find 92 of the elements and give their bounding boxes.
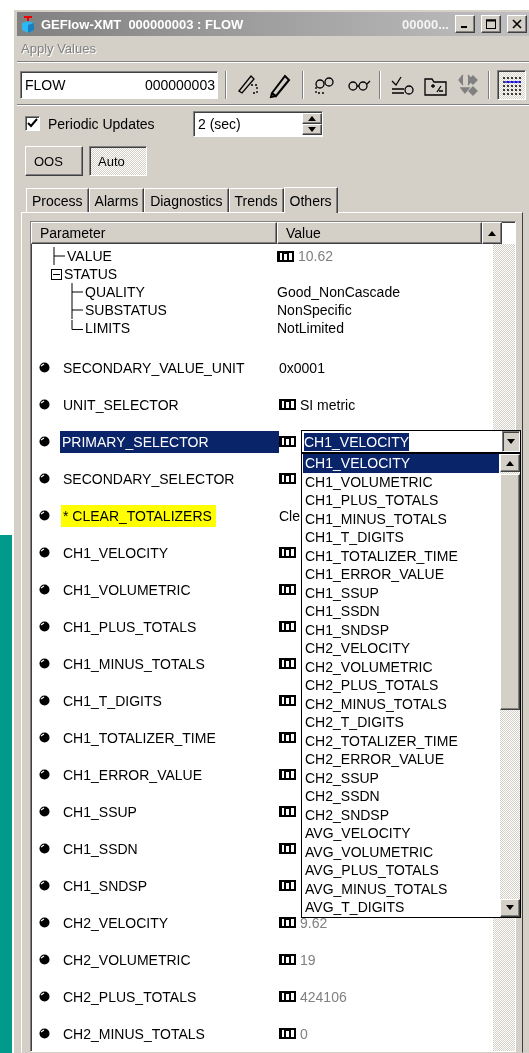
bullet-icon: [39, 954, 50, 965]
parameter-name[interactable]: SECONDARY_SELECTOR: [61, 467, 239, 490]
parameter-name[interactable]: CH1_PLUS_TOTALS: [61, 615, 201, 638]
bullet-icon: [39, 769, 50, 780]
value-text: SI metric: [300, 396, 356, 413]
parameter-name[interactable]: UNIT_SELECTOR: [61, 393, 183, 416]
value-text: 424106: [300, 988, 347, 1005]
parameter-name[interactable]: PRIMARY_SELECTOR: [60, 430, 279, 453]
tag-id: 000000003: [144, 76, 215, 93]
spin-up-icon: [308, 115, 316, 121]
parameter-name[interactable]: CH1_ERROR_VALUE: [61, 763, 206, 786]
scroll-down-icon: [506, 905, 514, 910]
parameter-name[interactable]: CH2_VOLUMETRIC: [61, 948, 195, 971]
scroll-up-icon: [506, 460, 514, 466]
caret-icon: [507, 439, 515, 444]
bullet-icon: [39, 547, 50, 558]
bullet-icon: [39, 991, 50, 1002]
value-text: Good_NonCascade: [277, 284, 400, 300]
tab[interactable]: Diagnostics: [144, 188, 229, 212]
periodic-checkbox[interactable]: [25, 116, 40, 131]
value-text: 0x0001: [279, 359, 325, 376]
collapse-icon[interactable]: [51, 268, 62, 280]
parameter-name[interactable]: CH1_SSUP: [61, 800, 141, 823]
bullet-icon: [39, 510, 50, 521]
parameter-name[interactable]: SECONDARY_VALUE_UNIT: [61, 356, 249, 379]
parameter-name[interactable]: CH1_MINUS_TOTALS: [61, 652, 209, 675]
bullet-icon: [39, 806, 50, 817]
checkbox-label: Periodic Updates: [48, 115, 156, 132]
bullet-icon: [39, 695, 50, 706]
dropdown-option[interactable]: CH1_VELOCITY: [303, 454, 499, 473]
parameter-name[interactable]: CH1_VELOCITY: [61, 541, 173, 564]
value-text: 9.62: [300, 914, 328, 931]
tree-line: [69, 283, 83, 301]
parameter-name[interactable]: CH1_T_DIGITS: [61, 689, 166, 712]
parameter-name[interactable]: CH2_PLUS_TOTALS: [61, 985, 201, 1008]
interval-spinner[interactable]: 2 (sec): [193, 110, 323, 137]
value-text: Cle: [279, 507, 300, 524]
scroll-up-icon: [488, 230, 496, 236]
tree-label: LIMITS: [85, 320, 131, 336]
minimize-button[interactable]: [455, 15, 475, 33]
parameter-name[interactable]: CH1_TOTALIZER_TIME: [61, 726, 220, 749]
tree-label: VALUE: [67, 248, 112, 264]
parameter-name[interactable]: CH1_SSDN: [61, 837, 142, 860]
window-title: GEFlow-XMT 000000003 : FLOW: [41, 16, 244, 32]
spin-down-icon: [308, 126, 316, 132]
parameter-name[interactable]: CH1_VOLUMETRIC: [61, 578, 195, 601]
value-text: 19: [300, 951, 316, 968]
window-title-extra: 00000...: [402, 16, 449, 32]
maximize-icon: [486, 19, 496, 29]
bullet-icon: [39, 732, 50, 743]
toolbar-button[interactable]: [497, 69, 527, 100]
tree-label: STATUS: [64, 266, 118, 282]
dropdown-button[interactable]: [502, 431, 520, 452]
bullet-icon: [39, 399, 50, 410]
value-combobox[interactable]: CH1_VELOCITY: [301, 430, 521, 453]
tag-name: FLOW: [25, 76, 66, 93]
bullet-icon: [39, 584, 50, 595]
value-text: 10.62: [298, 248, 334, 264]
parameter-name[interactable]: CH1_SNDSP: [61, 874, 152, 897]
bullet-icon: [39, 658, 50, 669]
bullet-icon: [39, 621, 50, 632]
column-header[interactable]: Parameter: [31, 222, 277, 244]
maximize-button[interactable]: [481, 15, 501, 33]
parameter-name[interactable]: CH2_VELOCITY: [61, 911, 173, 934]
tag-field[interactable]: FLOW 000000003: [20, 70, 218, 99]
tree-label: SUBSTATUS: [85, 302, 167, 318]
value-text: NotLimited: [277, 320, 344, 336]
value-text: 0: [300, 1025, 308, 1042]
bullet-icon: [39, 880, 50, 891]
mode-button[interactable]: OOS: [25, 146, 83, 176]
app-icon: [21, 15, 35, 33]
bullet-icon: [39, 1028, 50, 1039]
tree-line: [51, 247, 65, 265]
tree-label: QUALITY: [85, 284, 145, 300]
bullet-icon: [39, 473, 50, 484]
bullet-icon: [39, 362, 50, 373]
tab[interactable]: Others: [283, 187, 338, 213]
bullet-icon: [39, 843, 50, 854]
value-text: NonSpecific: [277, 302, 352, 318]
mode-button[interactable]: Auto: [89, 146, 147, 176]
close-button[interactable]: [507, 15, 527, 33]
bullet-icon: [39, 917, 50, 928]
tab[interactable]: Process: [26, 188, 89, 212]
close-icon: [512, 19, 522, 29]
bullet-icon: [39, 436, 50, 447]
scroll-up-button[interactable]: [482, 222, 502, 244]
dropdown-scrollbar[interactable]: [500, 454, 520, 917]
column-header[interactable]: Value: [277, 222, 482, 244]
parameter-name[interactable]: CH2_MINUS_TOTALS: [61, 1022, 209, 1045]
tab[interactable]: Trends: [228, 188, 284, 212]
tab[interactable]: Alarms: [88, 188, 145, 212]
parameter-name[interactable]: * CLEAR_TOTALIZERS: [61, 504, 216, 527]
